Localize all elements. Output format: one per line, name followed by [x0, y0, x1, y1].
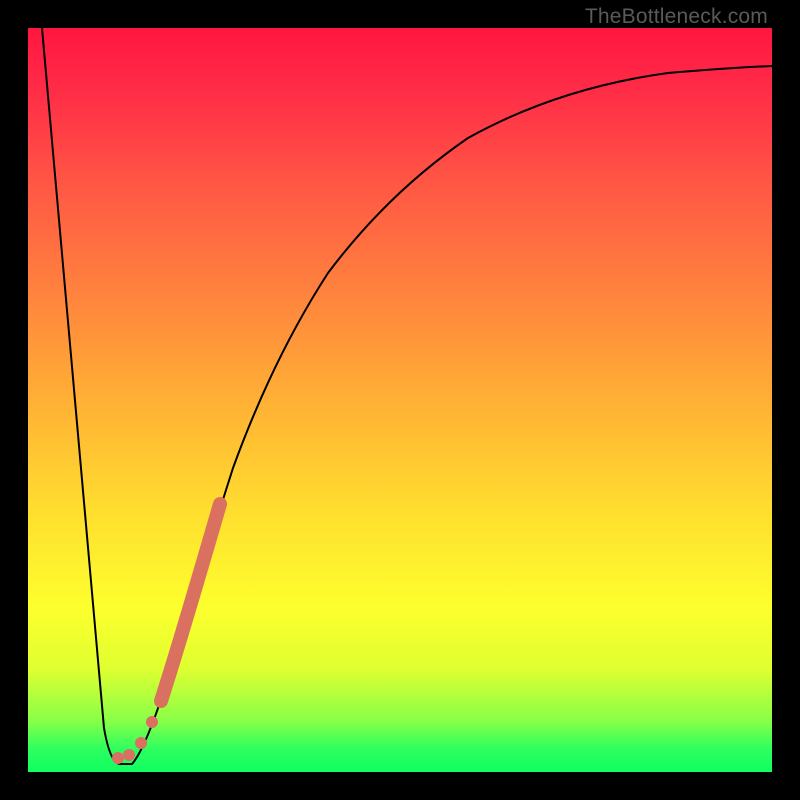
chart-frame: TheBottleneck.com	[0, 0, 800, 800]
marker-dot	[123, 749, 135, 761]
marker-dot	[135, 737, 147, 749]
chart-svg	[28, 28, 772, 772]
watermark-text: TheBottleneck.com	[585, 5, 768, 29]
plot-area	[28, 28, 772, 772]
marker-dot	[146, 716, 158, 728]
bottleneck-curve-line	[42, 28, 772, 764]
highlight-segment	[161, 504, 220, 701]
marker-dot	[112, 752, 124, 764]
